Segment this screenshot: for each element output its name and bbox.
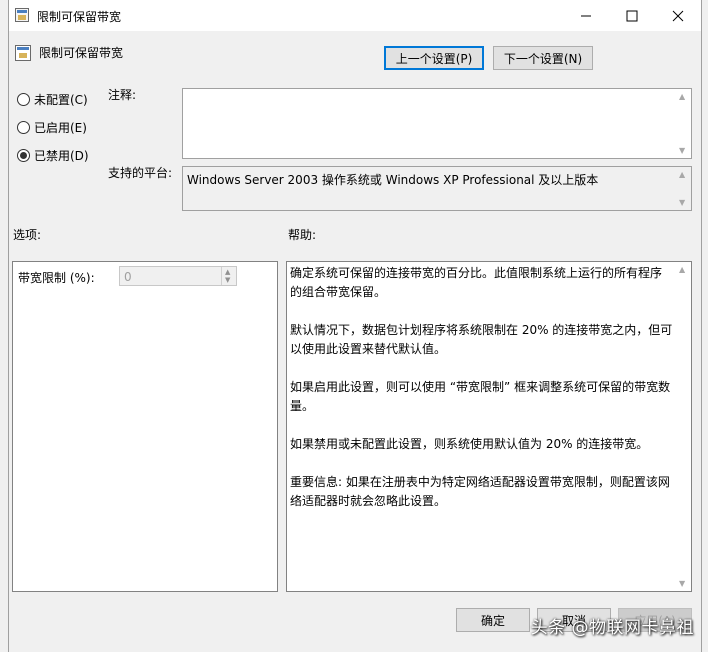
- radio-not-configured[interactable]: 未配置(C): [17, 91, 88, 108]
- radio-label: 已启用(E): [34, 121, 87, 135]
- comment-textarea[interactable]: ▲ ▼: [182, 88, 692, 159]
- spinner-buttons[interactable]: ▲ ▼: [221, 267, 236, 285]
- platform-value: Windows Server 2003 操作系统或 Windows XP Pro…: [187, 173, 599, 187]
- radio-circle[interactable]: [17, 93, 30, 106]
- bandwidth-limit-spinner[interactable]: 0 ▲ ▼: [119, 266, 237, 286]
- help-text: 确定系统可保留的连接带宽的百分比。此值限制系统上运行的所有程序的组合带宽保留。 …: [290, 266, 673, 508]
- scroll-down-icon[interactable]: ▼: [679, 198, 685, 207]
- spin-up-icon[interactable]: ▲: [225, 268, 230, 276]
- radio-disabled[interactable]: 已禁用(D): [17, 147, 89, 164]
- policy-dialog: 限制可保留带宽 限制可保留带宽 上一个设置(P) 下一个设置(N) 未配置(C)…: [8, 0, 702, 652]
- radio-circle[interactable]: [17, 121, 30, 134]
- policy-setting-icon: [15, 45, 31, 61]
- next-setting-button[interactable]: 下一个设置(N): [493, 46, 593, 70]
- ok-button[interactable]: 确定: [456, 608, 530, 632]
- close-button[interactable]: [655, 0, 701, 31]
- radio-circle-checked[interactable]: [17, 149, 30, 162]
- prev-setting-button[interactable]: 上一个设置(P): [384, 46, 484, 70]
- close-icon: [672, 10, 684, 21]
- scroll-up-icon[interactable]: ▲: [679, 265, 685, 274]
- window-title: 限制可保留带宽: [37, 10, 122, 24]
- radio-label: 已禁用(D): [34, 149, 89, 163]
- help-panel: 确定系统可保留的连接带宽的百分比。此值限制系统上运行的所有程序的组合带宽保留。 …: [286, 261, 692, 592]
- scroll-down-icon[interactable]: ▼: [679, 146, 685, 155]
- comment-label: 注释:: [108, 88, 137, 102]
- title-bar: 限制可保留带宽: [9, 0, 701, 31]
- maximize-button[interactable]: [609, 0, 655, 31]
- comment-scrollbar[interactable]: ▲ ▼: [675, 89, 691, 158]
- scroll-up-icon[interactable]: ▲: [679, 170, 685, 179]
- platform-label: 支持的平台:: [108, 166, 173, 180]
- options-heading: 选项:: [13, 228, 42, 242]
- scroll-down-icon[interactable]: ▼: [679, 579, 685, 588]
- radio-enabled[interactable]: 已启用(E): [17, 119, 87, 136]
- maximize-icon: [626, 10, 638, 21]
- options-panel: 带宽限制 (%): 0 ▲ ▼: [12, 261, 278, 592]
- policy-icon: [15, 8, 29, 22]
- radio-label: 未配置(C): [34, 93, 88, 107]
- platform-textbox: Windows Server 2003 操作系统或 Windows XP Pro…: [182, 166, 692, 211]
- minimize-icon: [581, 15, 591, 16]
- minimize-button[interactable]: [563, 0, 609, 31]
- policy-name: 限制可保留带宽: [39, 46, 124, 60]
- watermark: 头条 @物联网卡鼻祖: [530, 618, 694, 638]
- scroll-up-icon[interactable]: ▲: [679, 92, 685, 101]
- bandwidth-limit-label: 带宽限制 (%):: [18, 271, 95, 285]
- bandwidth-limit-value: 0: [124, 270, 132, 284]
- spin-down-icon[interactable]: ▼: [225, 276, 230, 284]
- platform-scrollbar[interactable]: ▲ ▼: [675, 167, 691, 210]
- help-scrollbar[interactable]: ▲ ▼: [675, 262, 691, 591]
- help-heading: 帮助:: [288, 228, 317, 242]
